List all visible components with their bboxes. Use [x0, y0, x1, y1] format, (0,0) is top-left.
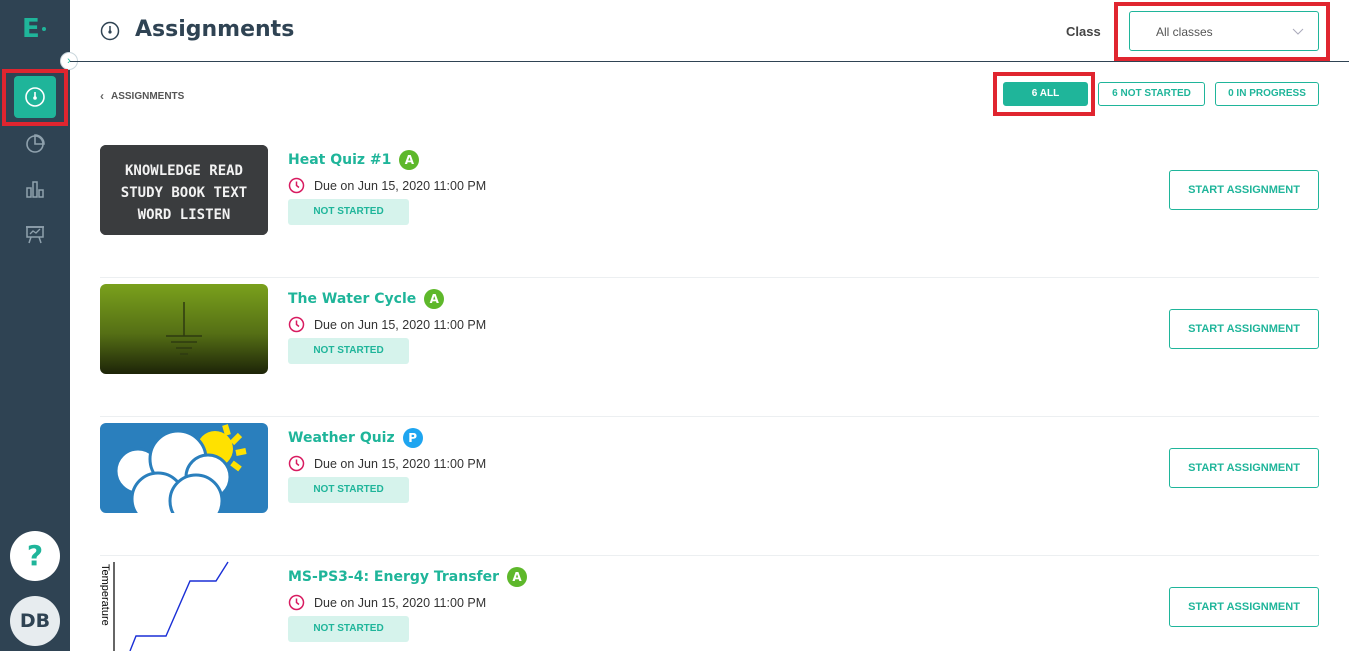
page-title: Assignments: [135, 17, 295, 42]
sidebar-item-dashboard[interactable]: [14, 76, 56, 118]
status-badge: NOT STARTED: [288, 477, 409, 503]
assignment-type-badge: A: [507, 567, 528, 587]
weather-clouds-image: [100, 423, 268, 513]
assignment-type-badge: A: [399, 150, 420, 170]
clock-icon: [288, 455, 305, 472]
class-select[interactable]: All classes: [1129, 11, 1319, 51]
start-assignment-button[interactable]: START ASSIGNMENT: [1169, 170, 1319, 210]
assignment-type-badge: A: [424, 289, 445, 309]
class-label: Class: [1066, 24, 1101, 39]
assignment-row: KNOWLEDGE READ STUDY BOOK TEXT WORD LIST…: [100, 139, 1319, 278]
clock-icon: [288, 316, 305, 333]
assignment-row: The Water Cycle A Due on Jun 15, 2020 11…: [100, 278, 1319, 417]
page-header: Assignments Class All classes: [70, 0, 1349, 62]
chevron-left-icon: ‹: [100, 89, 104, 103]
breadcrumb-label: ASSIGNMENTS: [111, 90, 185, 102]
sidebar-item-reports[interactable]: [14, 122, 56, 164]
assignment-title-text: Weather Quiz: [288, 430, 395, 446]
app-logo[interactable]: E: [22, 14, 40, 44]
assignment-type-badge: P: [402, 428, 423, 448]
presentation-board-icon: [26, 226, 44, 244]
filter-not-started-button[interactable]: 6 NOT STARTED: [1098, 82, 1205, 106]
assignment-thumbnail: [100, 423, 268, 513]
due-date: Due on Jun 15, 2020 11:00 PM: [288, 177, 486, 194]
due-date: Due on Jun 15, 2020 11:00 PM: [288, 316, 486, 333]
sidebar-item-analytics[interactable]: [14, 168, 56, 210]
start-assignment-button[interactable]: START ASSIGNMENT: [1169, 309, 1319, 349]
due-date-text: Due on Jun 15, 2020 11:00 PM: [314, 456, 487, 471]
assignment-row: Temperature MS-PS3-4: Energy Transfer A …: [100, 556, 1319, 651]
status-badge: NOT STARTED: [288, 616, 409, 642]
sidebar-item-classroom[interactable]: [14, 213, 56, 255]
dashboard-gauge-icon: [25, 87, 45, 107]
chalkboard-image: KNOWLEDGE READ STUDY BOOK TEXT WORD LIST…: [100, 145, 268, 235]
temperature-graph-image: Temperature: [100, 556, 268, 651]
due-date-text: Due on Jun 15, 2020 11:00 PM: [314, 595, 487, 610]
sidebar: E ? DB: [0, 0, 70, 651]
ground-symbol-image: [100, 284, 268, 374]
start-assignment-button[interactable]: START ASSIGNMENT: [1169, 587, 1319, 627]
assignment-thumbnail: [100, 284, 268, 374]
breadcrumb[interactable]: ‹ ASSIGNMENTS: [100, 89, 184, 103]
status-badge: NOT STARTED: [288, 199, 409, 225]
user-avatar[interactable]: DB: [10, 596, 60, 646]
bar-chart-icon: [26, 181, 44, 198]
class-select-value: All classes: [1156, 25, 1213, 39]
graph-axis-label: Temperature: [100, 564, 111, 626]
assignment-title-text: Heat Quiz #1: [288, 152, 392, 168]
assignment-title[interactable]: MS-PS3-4: Energy Transfer A: [288, 567, 528, 587]
assignment-thumbnail: KNOWLEDGE READ STUDY BOOK TEXT WORD LIST…: [100, 145, 268, 235]
due-date: Due on Jun 15, 2020 11:00 PM: [288, 455, 486, 472]
thumb-text-line: WORD LISTEN: [138, 207, 231, 223]
logo-dot: [42, 27, 46, 31]
thumb-text-line: STUDY BOOK TEXT: [121, 185, 247, 201]
filter-all-button[interactable]: 6 ALL: [1003, 82, 1088, 106]
assignment-title-text: The Water Cycle: [288, 291, 417, 307]
due-date: Due on Jun 15, 2020 11:00 PM: [288, 594, 486, 611]
dashboard-gauge-icon: [100, 21, 120, 41]
assignment-title[interactable]: The Water Cycle A: [288, 289, 445, 309]
start-assignment-button[interactable]: START ASSIGNMENT: [1169, 448, 1319, 488]
chevron-down-icon: [1292, 28, 1304, 35]
help-button[interactable]: ?: [10, 531, 60, 581]
due-date-text: Due on Jun 15, 2020 11:00 PM: [314, 317, 487, 332]
due-date-text: Due on Jun 15, 2020 11:00 PM: [314, 178, 487, 193]
assignment-thumbnail: Temperature: [100, 556, 268, 651]
pie-chart-icon: [26, 134, 45, 153]
assignment-title[interactable]: Weather Quiz P: [288, 428, 423, 448]
clock-icon: [288, 594, 305, 611]
assignment-title-text: MS-PS3-4: Energy Transfer: [288, 569, 500, 585]
filter-in-progress-button[interactable]: 0 IN PROGRESS: [1215, 82, 1319, 106]
assignment-title[interactable]: Heat Quiz #1 A: [288, 150, 420, 170]
thumb-text-line: KNOWLEDGE READ: [125, 163, 243, 179]
assignment-row: Weather Quiz P Due on Jun 15, 2020 11:00…: [100, 417, 1319, 556]
clock-icon: [288, 177, 305, 194]
status-badge: NOT STARTED: [288, 338, 409, 364]
